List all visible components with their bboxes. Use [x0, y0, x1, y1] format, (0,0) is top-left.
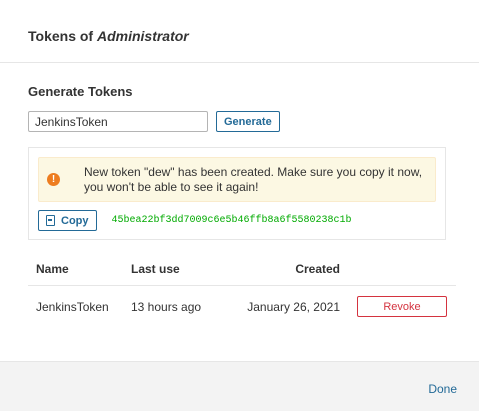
- modal-header: Tokens of Administrator: [0, 0, 479, 63]
- column-header-action: [348, 254, 456, 286]
- table-header-row: Name Last use Created: [28, 254, 456, 286]
- column-header-name: Name: [28, 254, 123, 286]
- alert-message: New token "dew" has been created. Make s…: [84, 164, 423, 194]
- copy-row: Copy 45bea22bf3dd7009c6e5b46ffb8a6f55802…: [38, 210, 436, 231]
- modal-title-user: Administrator: [96, 28, 189, 44]
- clipboard-icon: [46, 215, 55, 226]
- tokens-modal: Tokens of Administrator Generate Tokens …: [0, 0, 479, 411]
- modal-title-prefix: Tokens of: [28, 28, 94, 44]
- copy-button[interactable]: Copy: [38, 210, 97, 231]
- exclamation-circle-icon: !: [47, 173, 60, 186]
- table-row: JenkinsToken 13 hours ago January 26, 20…: [28, 285, 456, 328]
- token-created-alert: ! New token "dew" has been created. Make…: [38, 157, 436, 202]
- copy-button-label: Copy: [61, 214, 89, 227]
- token-name-cell: JenkinsToken: [36, 299, 109, 314]
- tokens-table: Name Last use Created JenkinsToken 13 ho…: [28, 254, 456, 328]
- generate-button[interactable]: Generate: [216, 111, 280, 132]
- token-value[interactable]: 45bea22bf3dd7009c6e5b46ffb8a6f5580238c1b: [112, 215, 352, 226]
- modal-body: Generate Tokens Generate ! New token "de…: [0, 63, 479, 328]
- new-token-panel: ! New token "dew" has been created. Make…: [28, 147, 446, 240]
- column-header-last-use: Last use: [123, 254, 218, 286]
- token-action-cell: Revoke: [348, 285, 456, 328]
- revoke-button[interactable]: Revoke: [357, 296, 447, 318]
- token-last-use-cell: 13 hours ago: [131, 299, 202, 314]
- token-created-cell: January 26, 2021: [247, 299, 340, 314]
- token-name-input[interactable]: [28, 111, 208, 132]
- modal-footer: Done: [0, 361, 479, 411]
- done-link[interactable]: Done: [428, 382, 457, 396]
- generate-tokens-heading: Generate Tokens: [28, 84, 133, 99]
- generate-row: Generate: [28, 111, 455, 132]
- column-header-created: Created: [218, 254, 348, 286]
- modal-title: Tokens of Administrator: [28, 28, 479, 44]
